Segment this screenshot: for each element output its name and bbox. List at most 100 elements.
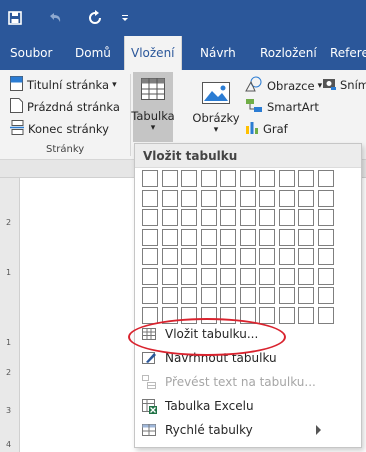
redo-icon[interactable] (84, 0, 106, 36)
quick-tables-label: Rychlé tabulky (165, 423, 253, 437)
table-grid-cell[interactable] (240, 170, 256, 187)
chevron-right-icon (316, 425, 321, 435)
chart-button[interactable]: Graf (245, 120, 288, 137)
table-grid-cell[interactable] (318, 248, 334, 265)
table-grid-cell[interactable] (142, 248, 158, 265)
tab-design[interactable]: Návrh (194, 36, 242, 70)
table-grid-cell[interactable] (162, 268, 178, 285)
table-grid-cell[interactable] (181, 190, 197, 207)
table-grid-cell[interactable] (318, 287, 334, 304)
tab-file[interactable]: Soubor (4, 36, 58, 70)
table-grid-cell[interactable] (298, 170, 314, 187)
table-grid-cell[interactable] (181, 287, 197, 304)
table-grid-cell[interactable] (220, 268, 236, 285)
table-button[interactable]: Tabulka ▾ (131, 72, 175, 142)
page-break-button[interactable]: Konec stránky (10, 120, 109, 138)
table-grid-cell[interactable] (279, 268, 295, 285)
table-grid-cell[interactable] (201, 190, 217, 207)
table-grid-cell[interactable] (279, 248, 295, 265)
excel-spreadsheet-item[interactable]: Tabulka Excelu (135, 394, 361, 418)
table-grid-cell[interactable] (220, 190, 236, 207)
table-grid-cell[interactable] (279, 287, 295, 304)
table-grid-cell[interactable] (220, 287, 236, 304)
shapes-button[interactable]: Obrazce ▾ (245, 76, 322, 95)
table-grid-cell[interactable] (240, 209, 256, 226)
table-grid-cell[interactable] (279, 209, 295, 226)
table-grid-cell[interactable] (318, 190, 334, 207)
table-grid-cell[interactable] (220, 229, 236, 246)
table-grid-cell[interactable] (220, 170, 236, 187)
table-grid-cell[interactable] (259, 248, 275, 265)
table-grid-cell[interactable] (162, 287, 178, 304)
table-grid-cell[interactable] (298, 229, 314, 246)
table-grid-cell[interactable] (181, 229, 197, 246)
table-grid-cell[interactable] (201, 170, 217, 187)
table-grid-cell[interactable] (240, 287, 256, 304)
table-grid-cell[interactable] (142, 268, 158, 285)
excel-icon (141, 398, 157, 414)
tab-home[interactable]: Domů (69, 36, 117, 70)
smartart-button[interactable]: SmartArt (245, 98, 319, 116)
table-grid-cell[interactable] (142, 190, 158, 207)
table-grid-cell[interactable] (240, 190, 256, 207)
tab-insert[interactable]: Vložení (124, 36, 182, 70)
table-grid-cell[interactable] (162, 190, 178, 207)
table-grid-cell[interactable] (201, 268, 217, 285)
table-grid-cell[interactable] (318, 170, 334, 187)
table-grid-cell[interactable] (142, 229, 158, 246)
table-grid-cell[interactable] (181, 248, 197, 265)
table-grid-cell[interactable] (181, 268, 197, 285)
screenshot-icon (322, 76, 336, 93)
screenshot-button[interactable]: Sníml (322, 76, 366, 93)
table-grid-cell[interactable] (240, 268, 256, 285)
table-grid-cell[interactable] (162, 248, 178, 265)
convert-text-to-table-item[interactable]: Převést text na tabulku... (135, 370, 361, 394)
table-grid-cell[interactable] (142, 209, 158, 226)
table-grid-cell[interactable] (201, 229, 217, 246)
table-grid-cell[interactable] (318, 229, 334, 246)
blank-page-button[interactable]: Prázdná stránka (10, 98, 120, 116)
table-grid-cell[interactable] (298, 209, 314, 226)
undo-icon[interactable] (44, 0, 66, 36)
table-grid-cell[interactable] (162, 229, 178, 246)
table-grid-cell[interactable] (201, 287, 217, 304)
table-grid-cell[interactable] (220, 248, 236, 265)
table-grid-cell[interactable] (201, 248, 217, 265)
table-grid-cell[interactable] (279, 190, 295, 207)
table-grid-cell[interactable] (201, 209, 217, 226)
customize-quick-access-icon[interactable] (118, 0, 132, 36)
pictures-button[interactable]: Obrázky ▾ (192, 76, 240, 142)
table-grid-cell[interactable] (298, 190, 314, 207)
table-grid-cell[interactable] (162, 209, 178, 226)
table-grid-cell[interactable] (142, 287, 158, 304)
vertical-ruler[interactable]: 2 1 1 2 3 4 (0, 178, 20, 452)
table-grid-cell[interactable] (142, 170, 158, 187)
table-grid-cell[interactable] (298, 248, 314, 265)
table-grid-cell[interactable] (181, 170, 197, 187)
tab-references[interactable]: Refere (324, 36, 366, 70)
table-grid-cell[interactable] (240, 229, 256, 246)
table-grid-cell[interactable] (259, 229, 275, 246)
table-grid-cell[interactable] (162, 170, 178, 187)
table-grid-cell[interactable] (298, 287, 314, 304)
table-grid-cell[interactable] (220, 209, 236, 226)
table-grid-cell[interactable] (259, 170, 275, 187)
table-grid-cell[interactable] (259, 287, 275, 304)
table-grid-cell[interactable] (259, 268, 275, 285)
save-icon[interactable] (4, 0, 26, 36)
draw-table-item[interactable]: Navrhnout tabulku (135, 346, 361, 370)
tab-layout[interactable]: Rozložení (254, 36, 323, 70)
table-grid-cell[interactable] (298, 268, 314, 285)
table-grid-cell[interactable] (279, 229, 295, 246)
table-grid-cell[interactable] (181, 209, 197, 226)
table-grid-cell[interactable] (318, 209, 334, 226)
table-grid-cell[interactable] (318, 268, 334, 285)
insert-table-item[interactable]: Vložit tabulku... (135, 322, 361, 346)
table-grid-cell[interactable] (259, 209, 275, 226)
table-grid-cell[interactable] (279, 170, 295, 187)
table-grid-cell[interactable] (259, 190, 275, 207)
cover-page-button[interactable]: Titulní stránka ▾ (10, 76, 117, 94)
table-grid-cell[interactable] (240, 248, 256, 265)
blank-page-icon (10, 98, 23, 116)
quick-tables-item[interactable]: Rychlé tabulky (135, 418, 361, 442)
